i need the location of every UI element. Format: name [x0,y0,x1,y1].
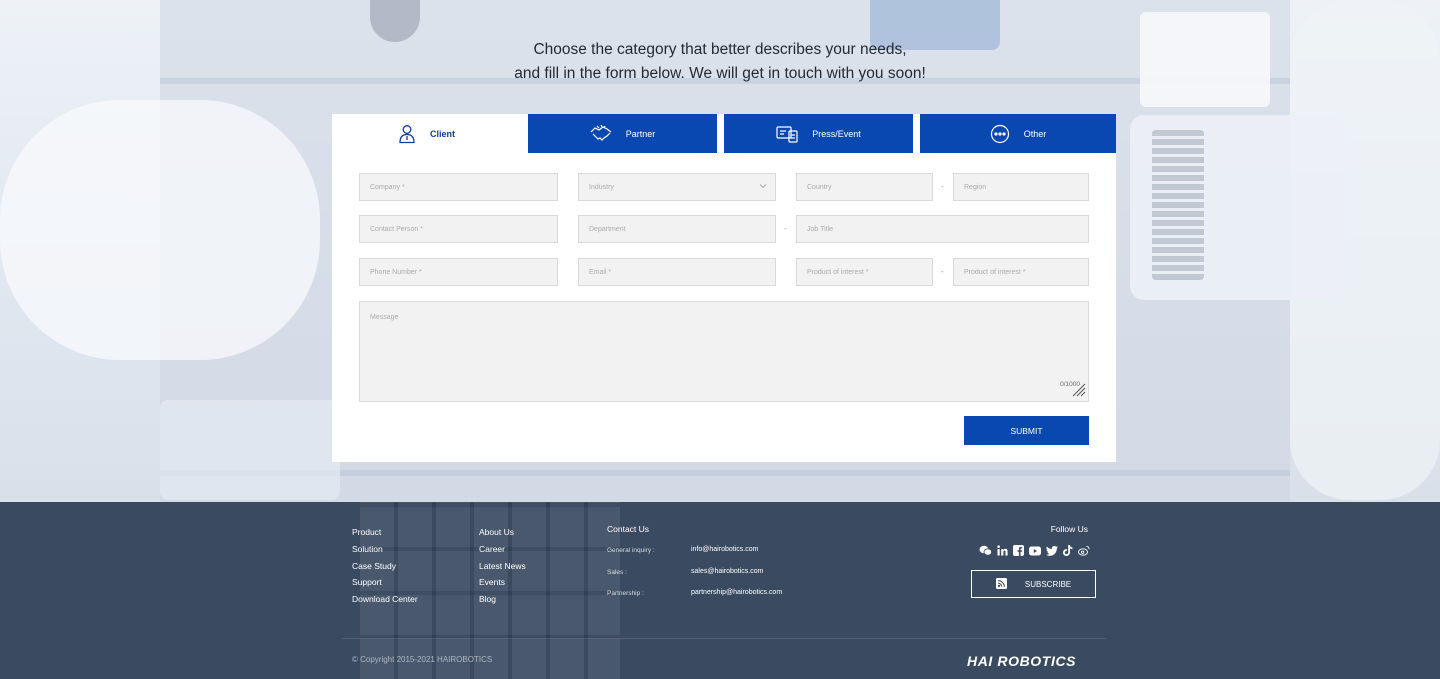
footer-link-support[interactable]: Support [352,574,418,591]
background-arm [0,100,320,360]
weibo-icon[interactable] [1078,543,1090,561]
field-placeholder: Phone Number * [370,268,422,276]
tab-label: Partner [625,128,656,139]
field-placeholder: Product of interest * [807,268,869,276]
email-field[interactable]: Email * [578,258,776,286]
site-footer: Product Solution Case Study Support Down… [0,502,1440,679]
tab-label: Other [1023,128,1047,139]
field-separator: - [941,182,944,191]
contact-email-general[interactable]: info@hairobotics.com [691,546,758,553]
tab-other[interactable]: Other [920,114,1116,153]
field-placeholder: Industry [589,183,614,191]
contact-email-sales[interactable]: sales@hairobotics.com [691,568,763,575]
field-placeholder: Country [807,183,832,191]
intro-line-2: and fill in the form below. We will get … [514,65,926,82]
footer-link-career[interactable]: Career [479,541,526,558]
linkedin-icon[interactable] [997,543,1008,561]
contact-form: Client Partner Press/Event Other Company… [332,114,1116,462]
footer-link-about-us[interactable]: About Us [479,524,526,541]
product-interest-field-2[interactable]: Product of interest * [953,258,1089,286]
contact-person-field[interactable]: Contact Person * [359,215,558,243]
contact-label: General inquiry : [607,547,655,554]
message-textarea[interactable]: Message 0/1000 [359,301,1089,402]
rss-icon [995,577,1007,591]
industry-select[interactable]: Industry [578,173,776,201]
footer-nav-col-2: About Us Career Latest News Events Blog [479,524,526,608]
country-field[interactable]: Country [796,173,933,201]
job-title-field[interactable]: Job Title [796,215,1089,243]
background-keyboard [1152,130,1204,280]
product-interest-field-1[interactable]: Product of interest * [796,258,933,286]
footer-link-solution[interactable]: Solution [352,541,418,558]
tab-client[interactable]: Client [332,114,521,153]
company-field[interactable]: Company * [359,173,558,201]
tab-partner[interactable]: Partner [528,114,717,153]
tab-label: Client [429,128,455,139]
footer-link-blog[interactable]: Blog [479,591,526,608]
field-placeholder: Region [964,183,987,191]
intro-text: Choose the category that better describe… [0,38,1440,86]
subscribe-button[interactable]: SUBSCRIBE [971,570,1096,598]
handshake-icon [590,124,612,144]
field-separator: - [784,224,787,233]
contact-label: Partnership : [607,590,644,597]
person-icon [398,124,416,144]
contact-email-partnership[interactable]: partnership@hairobotics.com [691,589,782,596]
footer-divider [342,638,1106,639]
field-placeholder: Department [589,225,626,233]
footer-link-latest-news[interactable]: Latest News [479,558,526,575]
more-icon [990,124,1010,144]
contact-title: Contact Us [607,524,650,534]
field-placeholder: Company * [370,183,405,191]
wechat-icon[interactable] [979,543,992,561]
footer-link-case-study[interactable]: Case Study [352,558,418,575]
facebook-icon[interactable] [1013,543,1024,561]
youtube-icon[interactable] [1029,543,1041,561]
social-links [979,543,1090,561]
svg-text:HAI ROBOTICS: HAI ROBOTICS [967,653,1076,669]
category-tabs: Client Partner Press/Event Other [332,114,1116,153]
contact-label: Sales : [607,569,627,576]
twitter-icon[interactable] [1046,543,1058,561]
field-placeholder: Contact Person * [370,225,423,233]
footer-link-events[interactable]: Events [479,574,526,591]
region-field[interactable]: Region [953,173,1089,201]
field-placeholder: Product of interest * [964,268,1026,276]
footer-nav-col-1: Product Solution Case Study Support Down… [352,524,418,608]
hai-robotics-logo[interactable]: HAI ROBOTICS [967,653,1097,674]
phone-number-field[interactable]: Phone Number * [359,258,558,286]
tab-press-event[interactable]: Press/Event [724,114,913,153]
background-paper [160,400,340,500]
footer-link-download-center[interactable]: Download Center [352,591,418,608]
tiktok-icon[interactable] [1063,543,1073,561]
field-placeholder: Job Title [807,225,834,233]
footer-link-product[interactable]: Product [352,524,418,541]
field-placeholder: Message [370,314,399,321]
subscribe-label: SUBSCRIBE [1024,579,1072,589]
field-separator: - [941,267,944,276]
tab-label: Press/Event [812,128,861,139]
chevron-down-icon [759,183,767,191]
copyright-text: © Copyright 2015-2021 HAIROBOTICS [352,655,493,664]
field-placeholder: Email * [589,268,612,276]
resize-handle-icon[interactable] [1070,381,1086,399]
intro-line-1: Choose the category that better describe… [533,41,907,58]
press-event-icon [776,125,798,143]
department-field[interactable]: Department [578,215,776,243]
submit-button[interactable]: SUBMIT [964,416,1089,445]
follow-us-label: Follow Us [1050,524,1088,534]
